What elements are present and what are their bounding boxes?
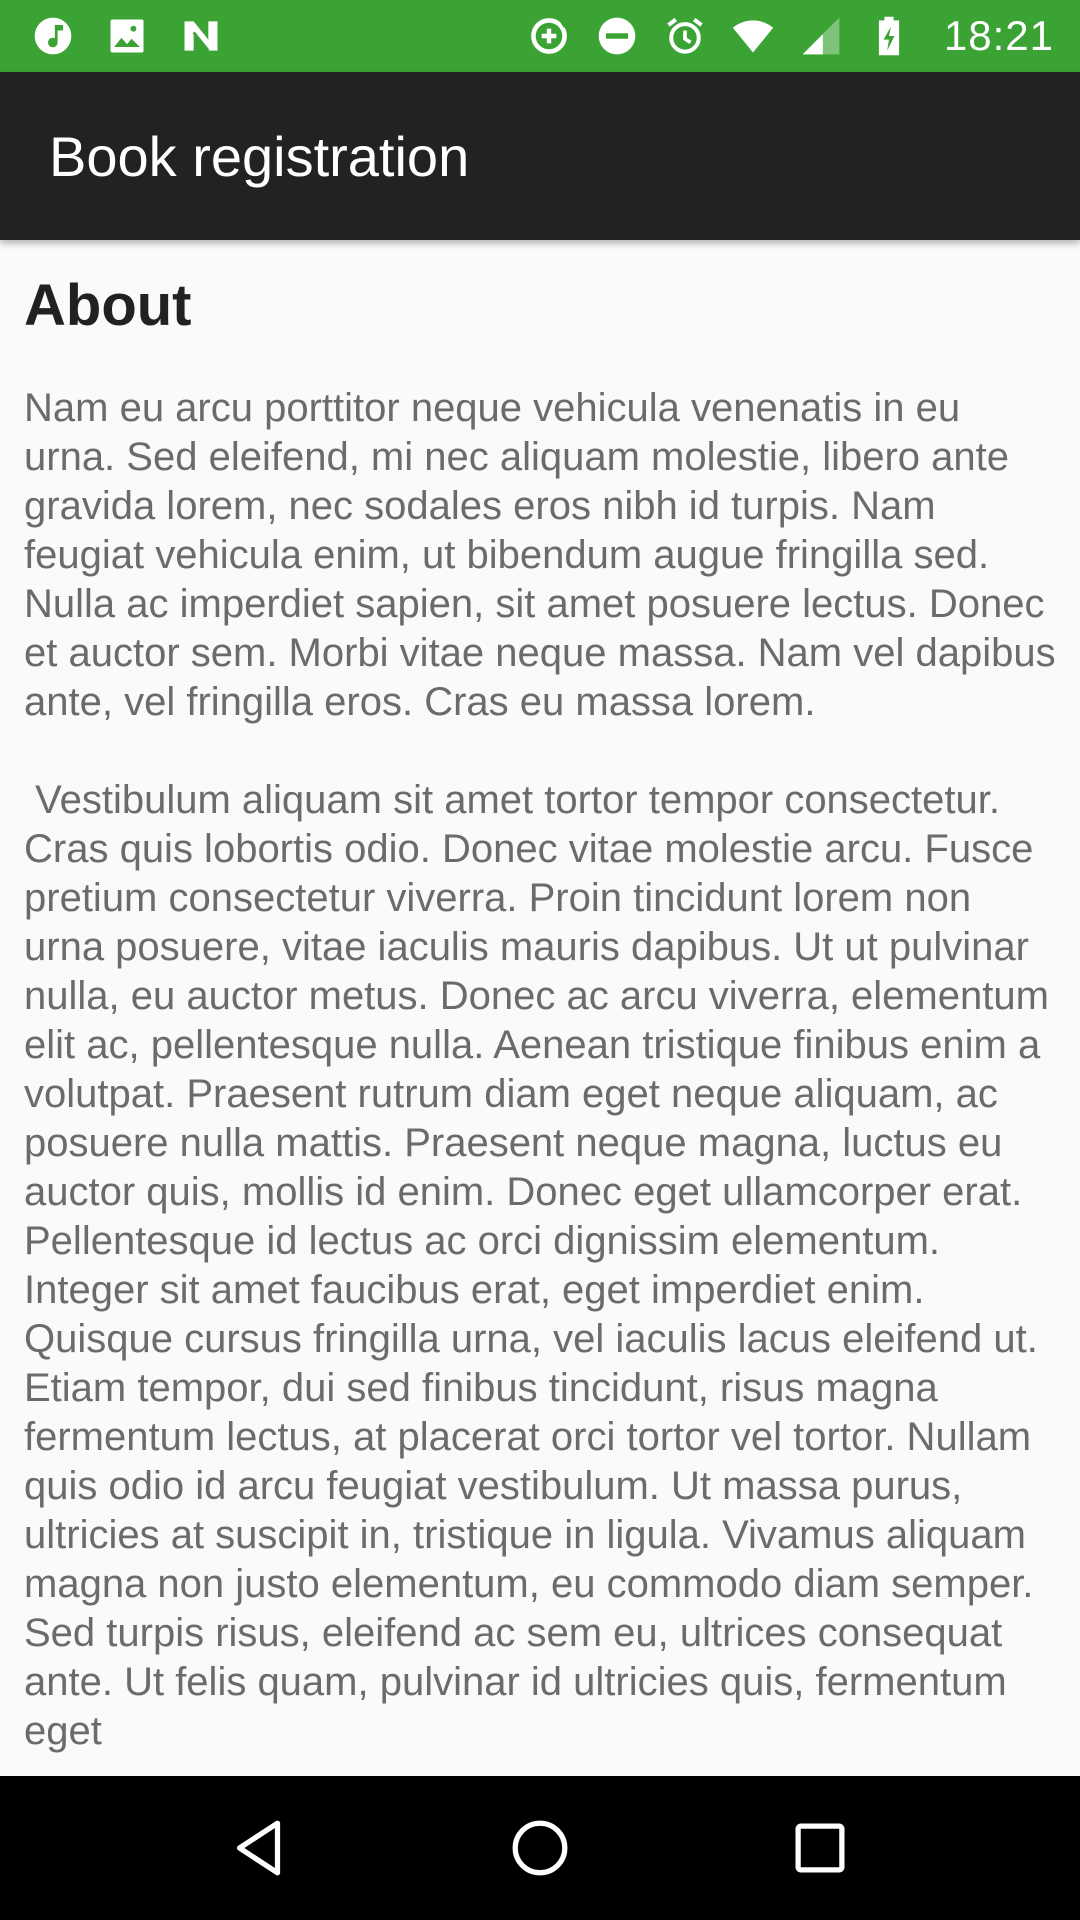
alarm-icon: [662, 13, 708, 59]
page-title: Book registration: [49, 124, 470, 188]
recents-button[interactable]: [775, 1803, 865, 1893]
n-notification-icon: [178, 13, 224, 59]
about-content[interactable]: About Nam eu arcu porttitor neque vehicu…: [0, 240, 1080, 1776]
battery-charging-icon: [866, 13, 912, 59]
app-bar: Book registration: [0, 72, 1080, 240]
home-icon: [512, 1820, 568, 1876]
data-saver-icon: [526, 13, 572, 59]
status-notification-icons: [30, 13, 224, 59]
about-heading: About: [24, 273, 192, 338]
navigation-bar: [0, 1776, 1080, 1920]
status-bar: 18:21: [0, 0, 1080, 72]
cellular-signal-icon: [798, 13, 844, 59]
recents-icon: [795, 1823, 845, 1873]
wifi-icon: [730, 13, 776, 59]
image-icon: [104, 13, 150, 59]
music-note-icon: [30, 13, 76, 59]
do-not-disturb-icon: [594, 13, 640, 59]
about-paragraph-2: Vestibulum aliquam sit amet tortor tempo…: [24, 778, 1049, 1753]
back-button[interactable]: [215, 1803, 305, 1893]
status-system-icons: 18:21: [526, 12, 1054, 60]
back-icon: [236, 1820, 281, 1876]
status-clock: 18:21: [943, 12, 1054, 59]
home-button[interactable]: [495, 1803, 585, 1893]
about-paragraph-1: Nam eu arcu porttitor neque vehicula ven…: [24, 386, 1056, 724]
